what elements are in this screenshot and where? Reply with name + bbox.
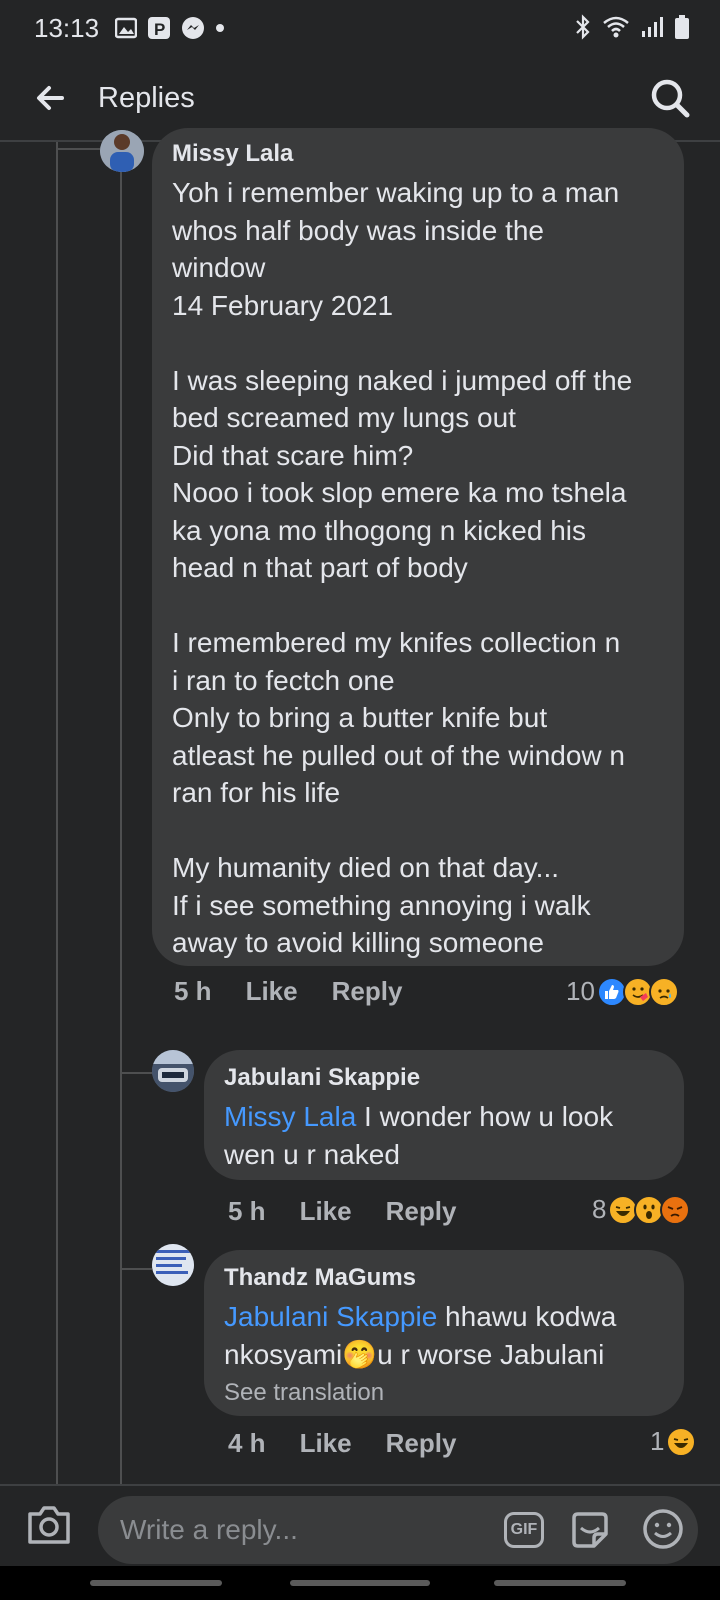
mention-link[interactable]: Missy Lala [224,1101,356,1132]
haha-reaction-icon [666,1426,697,1457]
status-time: 13:13 [34,12,100,43]
reply-field-container: GIF [98,1496,698,1564]
comment-actions: 5 h Like Reply [174,976,402,1007]
like-button[interactable]: Like [300,1196,352,1227]
reaction-count: 8 [592,1194,607,1224]
arrow-left-icon [37,86,64,110]
wifi-icon [602,15,630,46]
camera-button[interactable] [26,1502,72,1546]
signal-icon [640,15,664,46]
like-button[interactable]: Like [300,1428,352,1459]
thread-line-outer [56,142,58,1484]
avatar[interactable] [152,1244,194,1286]
comment-text: Jabulani Skappie hhawu kodwa nkosyami🤭u … [224,1298,664,1373]
status-bar: 13:13 P [0,0,720,56]
comment-text: Yoh i remember waking up to a man whos h… [172,177,633,958]
emoji-button[interactable] [642,1508,684,1550]
thread-connector [56,148,100,150]
reply-input[interactable] [120,1512,480,1548]
avatar[interactable] [100,130,144,172]
nav-recent-button[interactable] [90,1580,222,1586]
comment-author[interactable]: Thandz MaGums [224,1264,664,1292]
comment-bubble[interactable]: Missy Lala Yoh i remember waking up to a… [152,128,684,966]
comment-time[interactable]: 4 h [228,1428,266,1459]
reply-button[interactable]: Reply [332,976,403,1007]
svg-text:P: P [154,20,165,39]
mention-link[interactable]: Jabulani Skappie [224,1301,437,1332]
reply-button[interactable]: Reply [386,1196,457,1227]
reply-composer: GIF [0,1484,720,1566]
reaction-summary[interactable]: 8 [592,1194,691,1225]
reaction-summary[interactable]: 10 [566,976,679,1007]
reaction-count: 10 [566,976,595,1006]
reply-button[interactable]: Reply [386,1428,457,1459]
gallery-icon [115,17,138,39]
avatar[interactable] [152,1050,194,1092]
p-icon: P [147,16,171,40]
reaction-count: 1 [650,1426,665,1456]
see-translation-link[interactable]: See translation [224,1379,664,1407]
nav-back-button[interactable] [494,1580,626,1586]
comment-actions: 4 h Like Reply [228,1428,456,1459]
nav-home-button[interactable] [290,1580,430,1586]
gif-button[interactable]: GIF [504,1512,544,1548]
system-nav-bar [0,1566,720,1600]
comment-actions: 5 h Like Reply [228,1196,456,1227]
thread-connector [120,1268,152,1270]
search-button[interactable] [648,76,692,120]
battery-icon [674,14,690,47]
messenger-icon [181,16,205,40]
bluetooth-icon [574,14,592,47]
like-button[interactable]: Like [246,976,298,1007]
back-button[interactable] [32,80,68,116]
angry-reaction-icon [660,1194,691,1225]
comment-time[interactable]: 5 h [174,976,212,1007]
thread-line-inner [120,172,122,1484]
reaction-summary[interactable]: 1 [650,1426,697,1457]
dot-icon [215,23,225,33]
sticker-button[interactable] [568,1508,612,1552]
sad-reaction-icon [648,976,679,1007]
comment-time[interactable]: 5 h [228,1196,266,1227]
comment-bubble[interactable]: Thandz MaGums Jabulani Skappie hhawu kod… [204,1250,684,1416]
comment-text: Missy Lala I wonder how u look wen u r n… [224,1098,664,1173]
comment-author[interactable]: Missy Lala [172,140,664,168]
comment-author[interactable]: Jabulani Skappie [224,1064,664,1092]
comment-bubble[interactable]: Jabulani Skappie Missy Lala I wonder how… [204,1050,684,1180]
camera-icon [28,1506,70,1544]
page-title: Replies [98,82,195,114]
thread-connector [120,1072,152,1074]
sticker-icon [572,1512,608,1548]
search-icon [651,79,690,118]
emoji-icon [643,1509,683,1549]
